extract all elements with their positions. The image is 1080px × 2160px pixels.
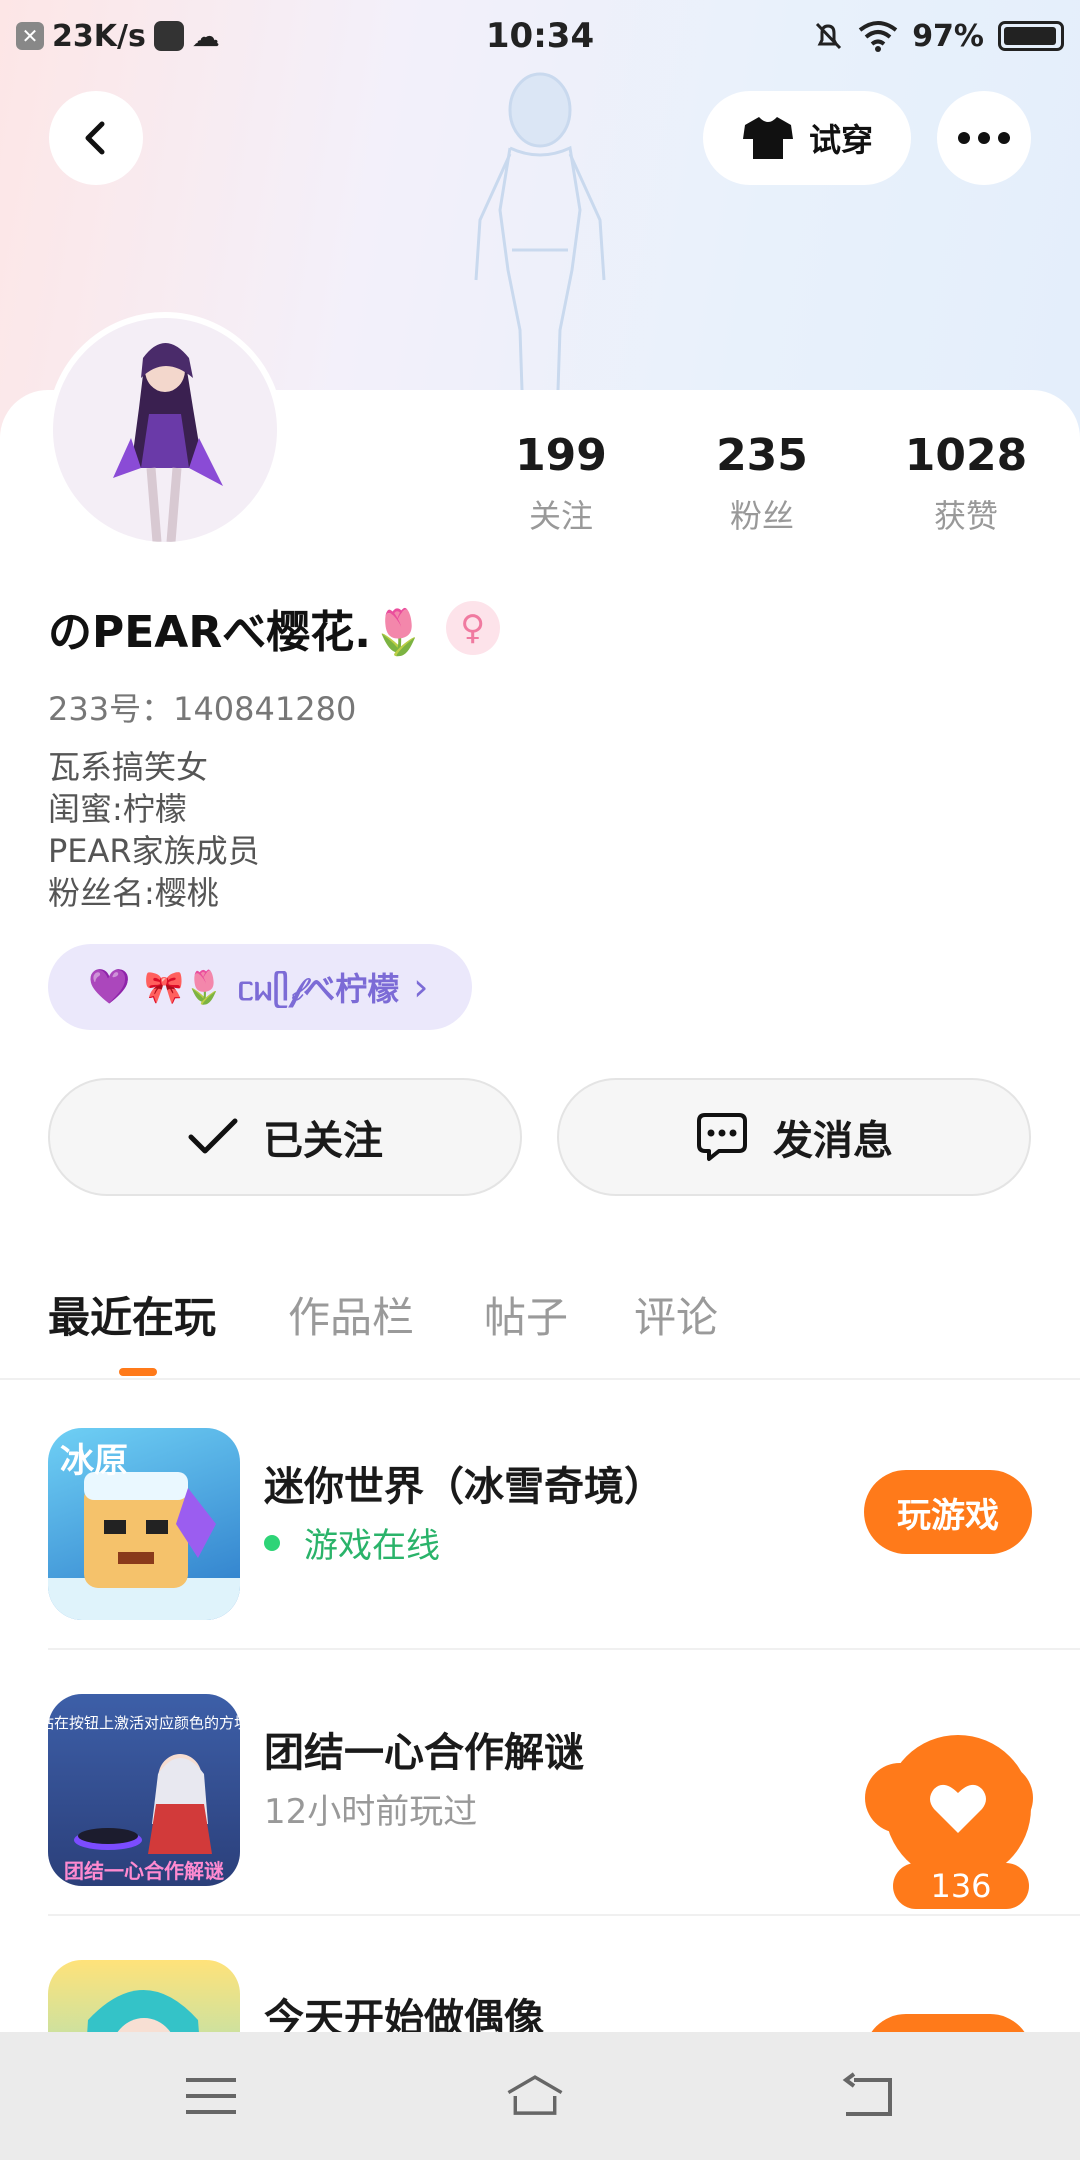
game-last-played: 12小时前玩过 [264,1792,478,1832]
bio: 瓦系搞笑女 闺蜜:柠檬 PEAR家族成员 粉丝名:樱桃 [48,746,260,914]
back-nav-shape [842,2072,892,2116]
try-on-label: 试穿 [808,121,873,159]
game-title: 迷你世界（冰雪奇境） [264,1464,664,1510]
play-game-button[interactable] [864,2014,1032,2032]
more-dots-icon [958,132,1010,144]
chevron-left-icon [85,121,105,155]
active-tab-indicator [119,1368,157,1376]
message-label: 发消息 [773,1118,893,1164]
menu-icon[interactable] [181,2070,241,2122]
followed-label: 已关注 [263,1118,383,1164]
purple-heart-icon: 💜 [88,967,131,1007]
wifi-icon [858,21,898,52]
bio-line: 瓦系搞笑女 [48,748,209,786]
username: のPEARべ樱花.🌷 [48,607,426,658]
battery-percent: 97% [912,18,984,54]
stat-likes[interactable]: 1028 获赞 [886,430,1046,537]
online-dot-icon [264,1534,280,1551]
bio-line: PEAR家族成员 [48,832,260,870]
game-icon-title: 团结一心合作解谜 [64,1859,224,1883]
game-icon: 站在按钮上激活对应颜色的方块 团结一心合作解谜 [48,1694,240,1886]
avatar[interactable] [47,312,283,548]
followed-button[interactable]: 已关注 [48,1078,522,1196]
game-icon: 冰原 [48,1428,240,1620]
tab-comments[interactable]: 评论 [634,1284,718,1345]
game-icon-art: 站在按钮上激活对应颜色的方块 团结一心合作解谜 [48,1714,240,1883]
status-bar: ✕ 23K/s ☁ 10:34 97% [0,0,1080,72]
battery-fill [1004,27,1056,45]
game-status-text: 游戏在线 [304,1526,440,1566]
game-icon-art: 冰原 [48,1441,240,1620]
list-item[interactable]: 冰原 迷你世界（冰雪奇境） 游戏在线 玩游戏 [0,1384,1080,1650]
play-game-button[interactable]: 玩游戏 [864,1470,1032,1554]
avatar-character-image [113,343,223,542]
more-button[interactable] [937,91,1031,185]
chevron-right-icon: › [413,965,429,1009]
following-label: 关注 [528,497,593,535]
home-shape [507,2075,563,2115]
check-icon [188,1118,238,1154]
message-button[interactable]: 发消息 [557,1078,1031,1196]
status-right: 97% [812,18,1064,54]
game-status: 游戏在线 [264,1518,440,1567]
like-count: 136 [893,1863,1029,1909]
game-icon [48,1960,240,2032]
menu-lines [186,2078,236,2114]
bio-line: 粉丝名:樱桃 [48,874,219,912]
likes-count: 1028 [904,430,1028,481]
game-icon-art [87,1990,199,2032]
shirt-icon [742,117,793,159]
female-icon: ♀ [445,601,500,655]
game-icon-caption: 站在按钮上激活对应颜色的方块 [48,1714,240,1732]
tabs-divider [0,1378,1080,1380]
heart-icon [930,1784,986,1833]
bio-line: 闺蜜:柠檬 [48,790,187,828]
fans-label: 粉丝 [729,497,794,535]
game-title: 今天开始做偶像 [264,1996,544,2032]
battery-icon [998,21,1064,51]
system-navigation-bar [0,2032,1080,2160]
tab-posts[interactable]: 帖子 [484,1284,568,1345]
like-circle [885,1735,1031,1881]
list-item[interactable]: 今天开始做偶像 [0,1916,1080,2032]
back-button[interactable] [49,91,143,185]
fans-count: 235 [716,430,808,481]
cp-emoji: 🎀🌷 [144,968,225,1006]
mute-bell-icon [816,22,842,50]
chat-bubble-icon [697,1113,747,1161]
game-title: 团结一心合作解谜 [264,1730,584,1776]
user-id[interactable]: 233号：140841280 [48,684,356,730]
like-fab-button[interactable]: 136 [865,1735,1033,1913]
cp-relationship-pill[interactable]: 💜 🎀🌷 ᥴᥕᥫ𝒻べ柠檬 › [48,944,472,1030]
cp-partner-name: ᥴᥕᥫ𝒻べ柠檬 [238,970,400,1008]
try-on-button[interactable]: 试穿 [703,91,911,185]
game-icon-label: 冰原 [60,1441,128,1481]
home-icon[interactable] [505,2070,565,2122]
stat-fans[interactable]: 235 粉丝 [682,430,842,537]
name-row: のPEARべ樱花.🌷 ♀ [48,596,500,660]
tab-recently-played[interactable]: 最近在玩 [48,1284,216,1345]
tab-works[interactable]: 作品栏 [288,1284,414,1345]
stat-following[interactable]: 199 关注 [481,430,641,537]
character-3d-model [474,72,606,391]
likes-label: 获赞 [933,497,998,535]
following-count: 199 [515,430,607,481]
back-nav-icon[interactable] [838,2070,898,2122]
